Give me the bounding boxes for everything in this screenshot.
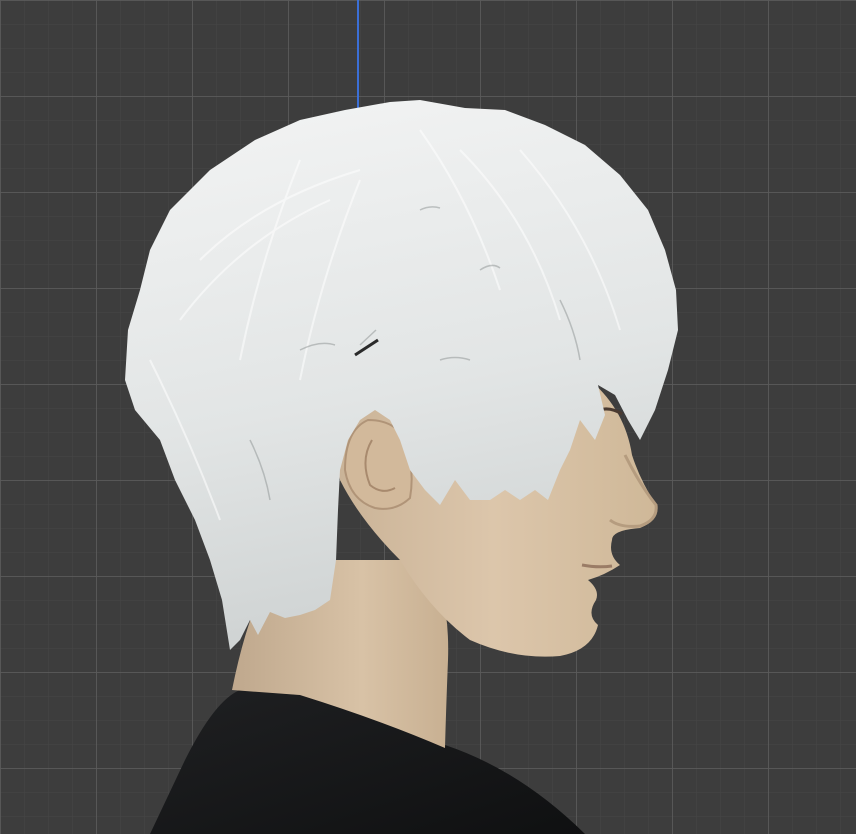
lips <box>581 563 613 569</box>
3d-viewport[interactable] <box>0 0 856 834</box>
character-model[interactable] <box>0 0 856 834</box>
